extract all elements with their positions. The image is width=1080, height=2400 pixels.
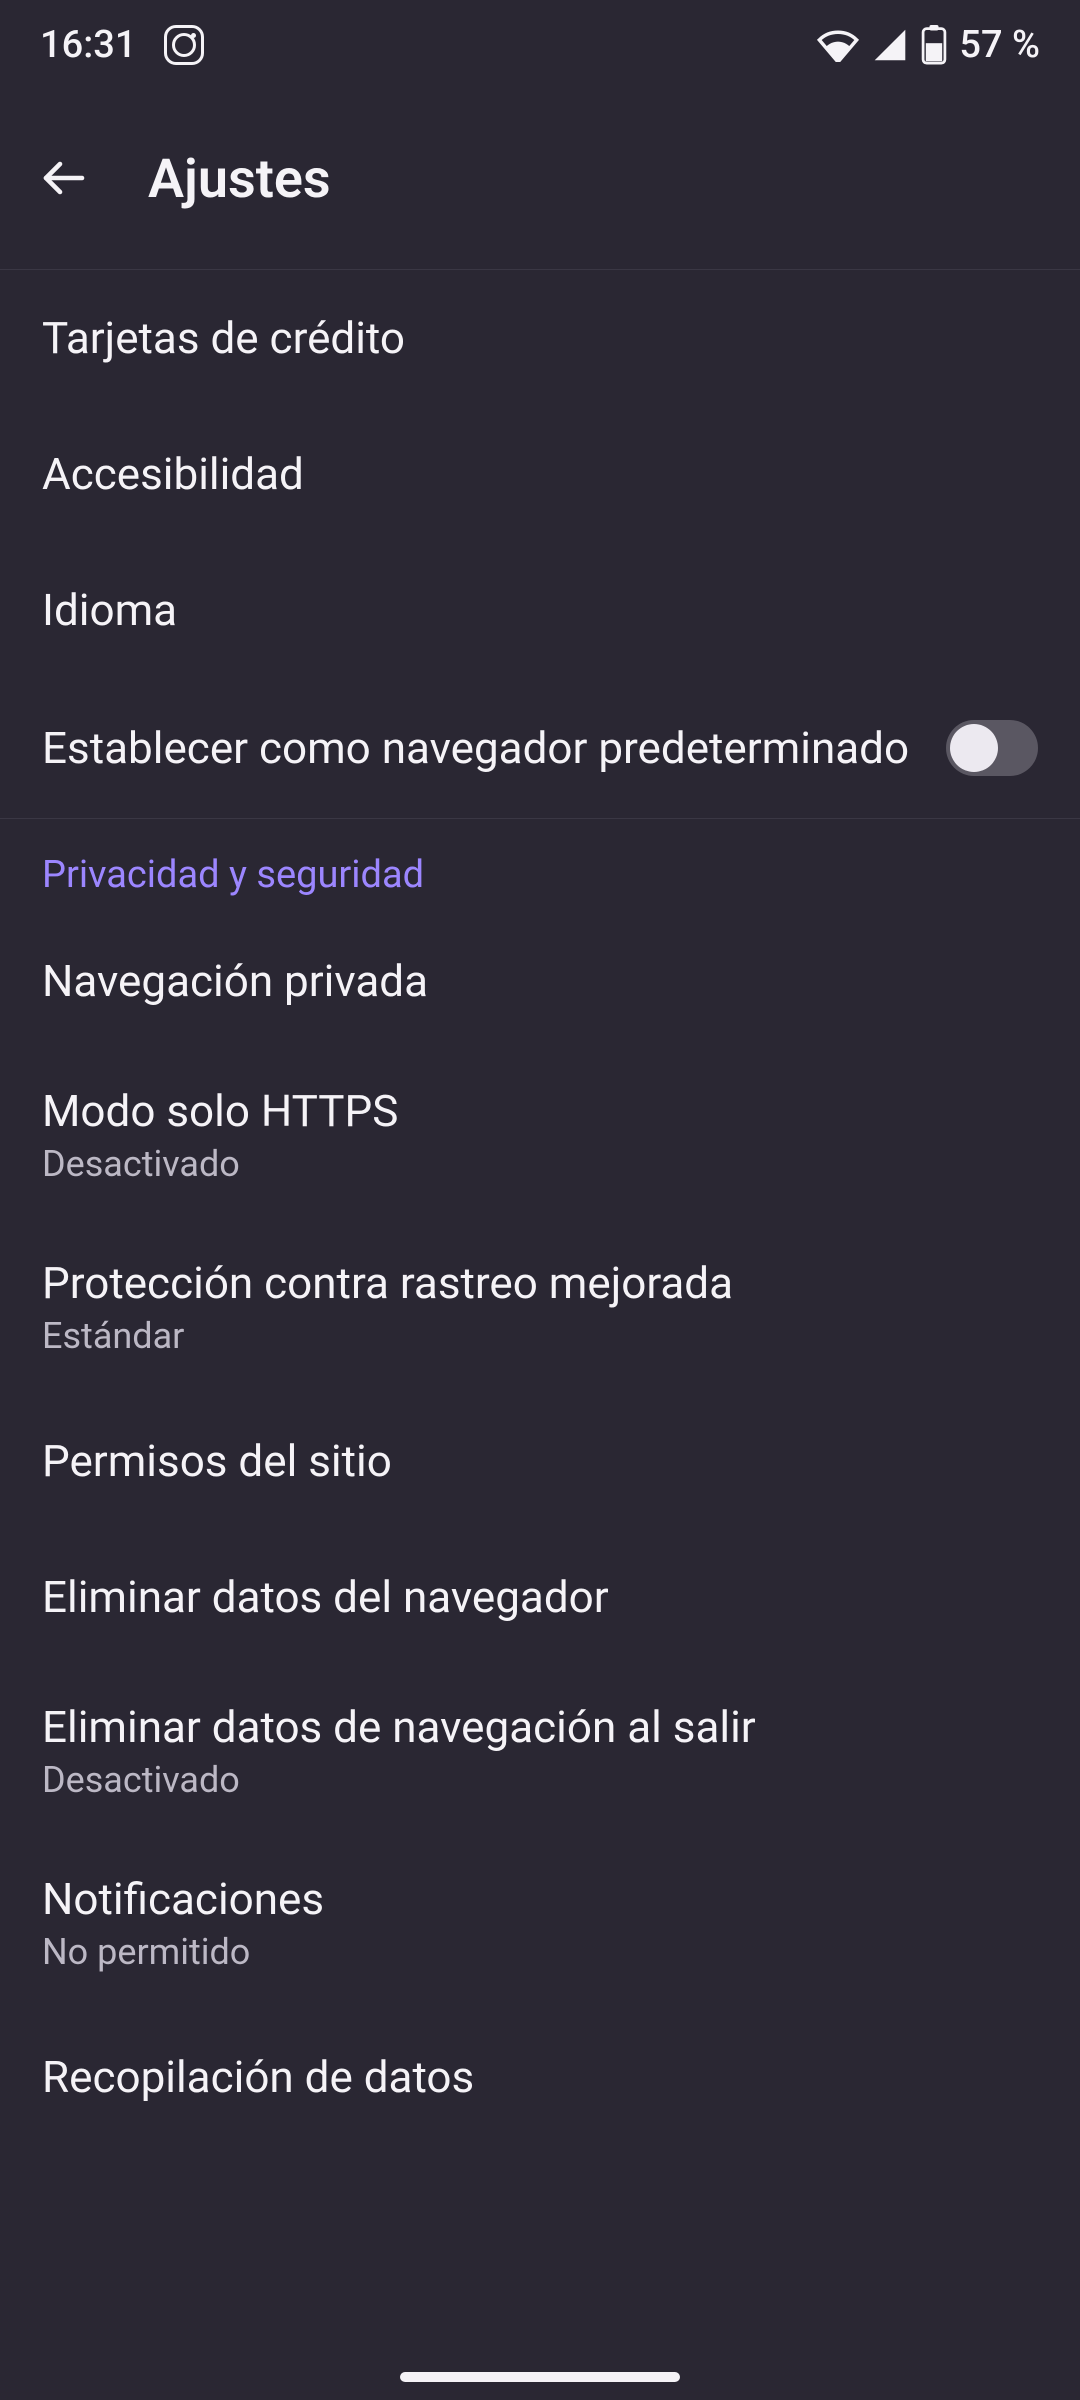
- setting-label: Eliminar datos de navegación al salir: [42, 1701, 1038, 1753]
- setting-site-permissions[interactable]: Permisos del sitio: [0, 1393, 1080, 1529]
- setting-data-collection[interactable]: Recopilación de datos: [0, 2009, 1080, 2145]
- setting-credit-cards[interactable]: Tarjetas de crédito: [0, 270, 1080, 406]
- setting-notifications[interactable]: Notificaciones No permitido: [0, 1837, 1080, 2009]
- setting-sub: Estándar: [42, 1315, 1038, 1357]
- home-indicator[interactable]: [400, 2372, 680, 2382]
- arrow-left-icon: [40, 154, 88, 202]
- setting-default-browser[interactable]: Establecer como navegador predeterminado: [0, 678, 1080, 819]
- default-browser-toggle[interactable]: [946, 720, 1038, 776]
- setting-label: Permisos del sitio: [42, 1435, 1038, 1487]
- battery-percent: 57 %: [959, 23, 1040, 67]
- status-time: 16:31: [40, 23, 136, 67]
- setting-sub: Desactivado: [42, 1759, 1038, 1801]
- setting-label: Protección contra rastreo mejorada: [42, 1257, 1038, 1309]
- setting-clear-on-exit[interactable]: Eliminar datos de navegación al salir De…: [0, 1665, 1080, 1837]
- setting-https-only[interactable]: Modo solo HTTPS Desactivado: [0, 1049, 1080, 1221]
- setting-label: Tarjetas de crédito: [42, 312, 1038, 364]
- setting-label: Modo solo HTTPS: [42, 1085, 1038, 1137]
- app-bar: Ajustes: [0, 90, 1080, 270]
- status-bar: 16:31 57 %: [0, 0, 1080, 90]
- setting-label: Establecer como navegador predeterminado: [42, 722, 946, 774]
- instagram-icon: [164, 25, 204, 65]
- setting-label: Eliminar datos del navegador: [42, 1571, 1038, 1623]
- setting-label: Notificaciones: [42, 1873, 1038, 1925]
- setting-clear-data[interactable]: Eliminar datos del navegador: [0, 1529, 1080, 1665]
- setting-language[interactable]: Idioma: [0, 542, 1080, 678]
- wifi-icon: [817, 28, 859, 62]
- toggle-knob: [950, 724, 998, 772]
- setting-label: Idioma: [42, 584, 1038, 636]
- setting-label: Accesibilidad: [42, 448, 1038, 500]
- setting-sub: Desactivado: [42, 1143, 1038, 1185]
- setting-tracking-protection[interactable]: Protección contra rastreo mejorada Están…: [0, 1221, 1080, 1393]
- setting-label: Navegación privada: [42, 955, 1038, 1007]
- signal-icon: [871, 28, 909, 62]
- page-title: Ajustes: [148, 148, 331, 211]
- battery-icon: [921, 25, 947, 65]
- setting-accessibility[interactable]: Accesibilidad: [0, 406, 1080, 542]
- setting-private-browsing[interactable]: Navegación privada: [0, 913, 1080, 1049]
- setting-label: Recopilación de datos: [42, 2051, 1038, 2103]
- back-button[interactable]: [40, 154, 88, 206]
- section-privacy-header: Privacidad y seguridad: [0, 819, 1080, 913]
- setting-sub: No permitido: [42, 1931, 1038, 1973]
- settings-content: Tarjetas de crédito Accesibilidad Idioma…: [0, 270, 1080, 2145]
